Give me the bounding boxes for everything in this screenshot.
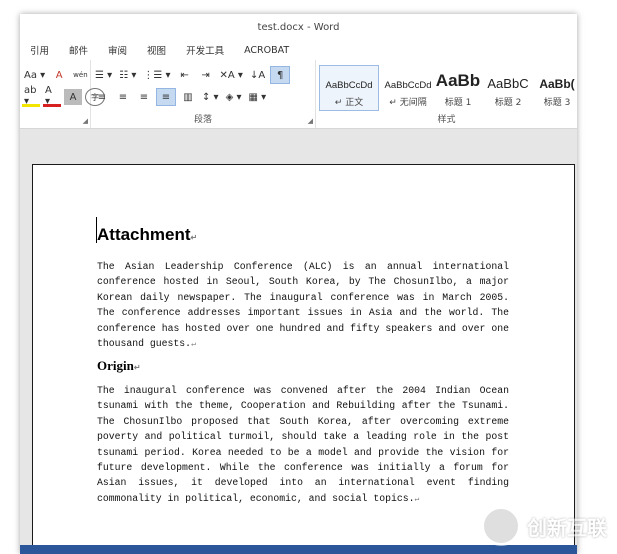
tab-acrobat[interactable]: ACROBAT (244, 45, 289, 56)
ribbon: Aa ▾ A wén ab ▾ A ▾ A 字 ◢ ☰ ▾ ☷ ▾ ⋮☰ ▾ ⇤… (20, 60, 577, 129)
align-left-button[interactable]: ≡ (93, 89, 111, 105)
style-name: ↵ 正文 (334, 97, 364, 108)
ribbon-tabs: 引用 邮件 审阅 视图 开发工具 ACROBAT (20, 40, 577, 60)
style-sample: AaBb( (539, 76, 575, 91)
tab-mailings[interactable]: 邮件 (69, 43, 88, 57)
numbering-button[interactable]: ☷ ▾ (117, 67, 138, 83)
style-sample: AaBb (435, 70, 481, 90)
font-dialog-launcher-icon[interactable]: ◢ (83, 117, 88, 125)
paragraph-2-text: The inaugural conference was convened af… (97, 385, 509, 504)
paragraph-2[interactable]: The inaugural conference was convened af… (97, 383, 509, 507)
paragraph-mark-icon: ↵ (414, 494, 420, 504)
multilevel-list-button[interactable]: ⋮☰ ▾ (141, 67, 172, 83)
heading-text: Attachment (97, 225, 191, 244)
window-title: test.docx - Word (257, 21, 340, 33)
paragraph-mark-icon: ↵ (133, 363, 141, 372)
line-spacing-button[interactable]: ↕ ▾ (200, 89, 221, 105)
paragraph-dialog-launcher-icon[interactable]: ◢ (308, 117, 313, 125)
distributed-button[interactable]: ▥ (179, 89, 197, 105)
align-right-button[interactable]: ≡ (135, 89, 153, 105)
show-formatting-marks-button[interactable]: ¶ (270, 66, 291, 84)
align-center-button[interactable]: ≡ (114, 89, 132, 105)
status-bar (20, 545, 577, 554)
paragraph-group: ☰ ▾ ☷ ▾ ⋮☰ ▾ ⇤ ⇥ ✕A ▾ ↓A ¶ ≡ ≡ ≡ ≡ ▥ ↕ ▾… (91, 60, 316, 128)
paragraph-mark-icon: ↵ (191, 340, 196, 350)
asian-layout-button[interactable]: ✕A ▾ (218, 67, 245, 83)
font-color-button[interactable]: A ▾ (43, 85, 61, 107)
word-window: test.docx - Word 引用 邮件 审阅 视图 开发工具 ACROBA… (20, 14, 577, 554)
bullets-button[interactable]: ☰ ▾ (93, 67, 114, 83)
justify-button[interactable]: ≡ (156, 88, 176, 106)
style-sample: AaBbCcDd (325, 79, 373, 91)
style-name: 标题 1 (444, 97, 472, 108)
style-name: ↵ 无间隔 (389, 97, 427, 108)
document-page[interactable]: Attachment↵ The Asian Leadership Confere… (32, 164, 575, 554)
borders-button[interactable]: ▦ ▾ (246, 89, 268, 105)
increase-indent-button[interactable]: ⇥ (197, 67, 215, 83)
character-shading-button[interactable]: A (64, 89, 82, 105)
font-group: Aa ▾ A wén ab ▾ A ▾ A 字 ◢ (20, 60, 105, 128)
watermark-logo-icon (481, 506, 521, 546)
styles-group: AaBbCcDd ↵ 正文 AaBbCcDd ↵ 无间隔 AaBb 标题 1 A… (316, 60, 577, 128)
styles-group-label: 样式 (437, 115, 456, 125)
clear-formatting-button[interactable]: A (50, 67, 68, 83)
tab-references[interactable]: 引用 (30, 43, 49, 57)
document-heading[interactable]: Attachment↵ (97, 225, 197, 245)
style-normal[interactable]: AaBbCcDd ↵ 正文 (319, 65, 379, 111)
paragraph-group-label: 段落 (193, 115, 212, 125)
style-heading-3[interactable]: AaBb( 标题 3 (527, 65, 577, 111)
change-case-button[interactable]: Aa ▾ (22, 67, 47, 83)
watermark-text: 创新互联 (527, 515, 607, 540)
paragraph-1-text: The Asian Leadership Conference (ALC) is… (97, 261, 509, 350)
sort-button[interactable]: ↓A (248, 67, 267, 83)
shading-button[interactable]: ◈ ▾ (224, 89, 244, 105)
paragraph-1[interactable]: The Asian Leadership Conference (ALC) is… (97, 259, 509, 352)
section-heading-text: Origin (97, 358, 134, 373)
section-heading[interactable]: Origin↵ (97, 358, 141, 374)
paragraph-mark-icon: ↵ (190, 233, 198, 242)
decrease-indent-button[interactable]: ⇤ (176, 67, 194, 83)
tab-review[interactable]: 审阅 (108, 43, 127, 57)
tab-developer[interactable]: 开发工具 (186, 43, 224, 57)
tab-view[interactable]: 视图 (147, 43, 166, 57)
watermark: 创新互联 (481, 506, 607, 546)
style-name: 标题 2 (494, 97, 522, 108)
style-sample: AaBbCcDd (384, 79, 432, 91)
style-name: 标题 3 (543, 97, 571, 108)
style-sample: AaBbC (487, 75, 529, 91)
title-bar: test.docx - Word (20, 14, 577, 40)
highlight-color-button[interactable]: ab ▾ (22, 85, 40, 107)
phonetic-guide-button[interactable]: wén (71, 67, 89, 83)
